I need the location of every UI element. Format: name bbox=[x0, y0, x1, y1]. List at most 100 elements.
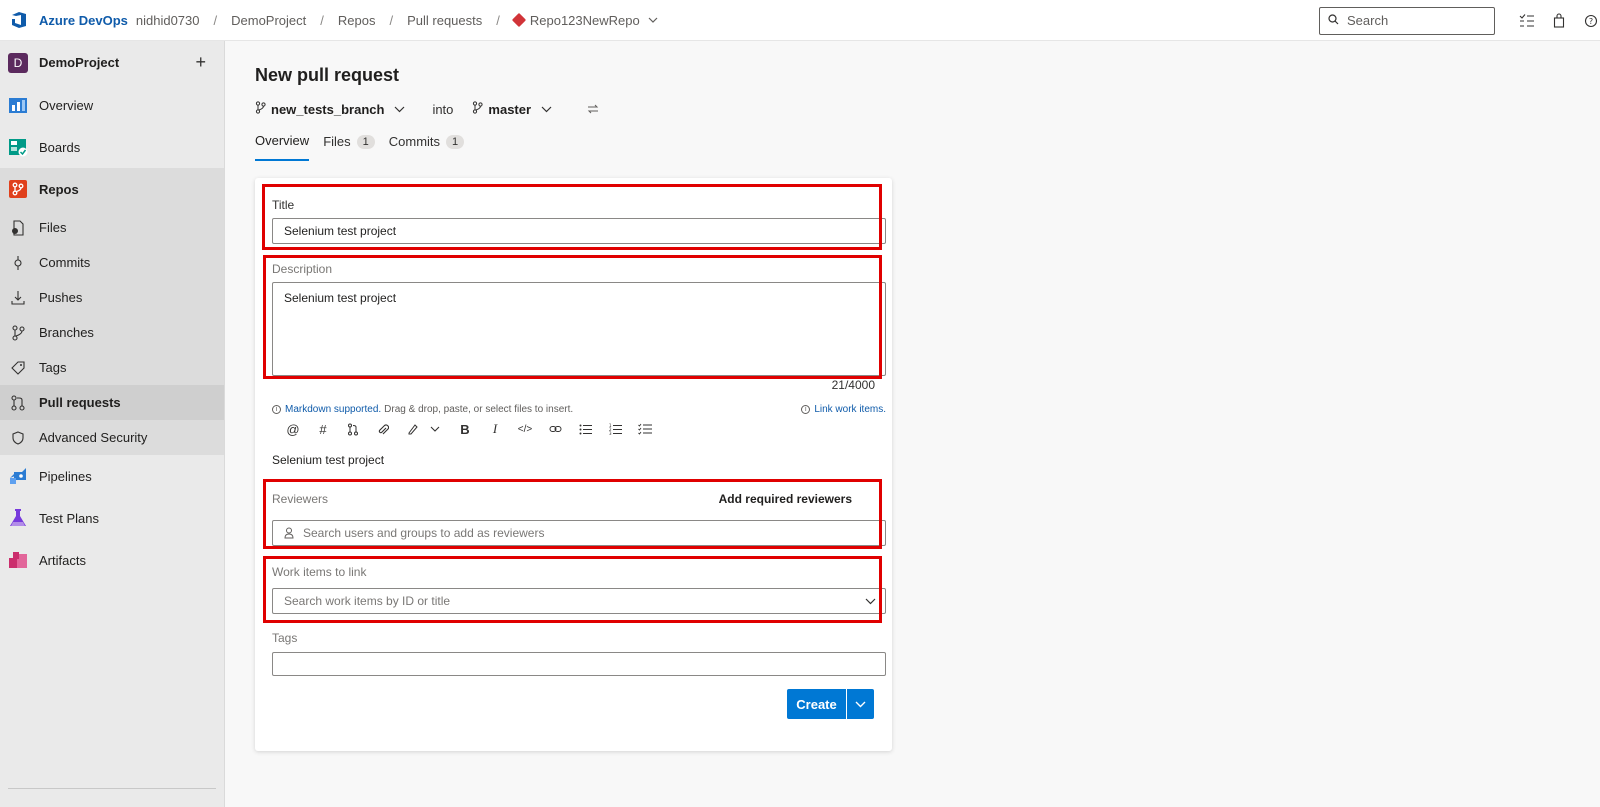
title-value: Selenium test project bbox=[284, 224, 397, 238]
azure-devops-logo-icon[interactable] bbox=[10, 11, 28, 29]
into-label: into bbox=[432, 101, 454, 117]
svg-text:?: ? bbox=[1589, 17, 1593, 26]
pull-request-mention-icon[interactable] bbox=[338, 420, 368, 438]
reviewers-search-input[interactable]: Search users and groups to add as review… bbox=[272, 520, 886, 546]
left-navigation: D DemoProject + Overview Boards Repos Fi… bbox=[0, 41, 225, 807]
markdown-supported-link[interactable]: Markdown supported. bbox=[285, 404, 381, 415]
boards-icon bbox=[8, 137, 28, 157]
markdown-toolbar: @ # B I </> 123 bbox=[278, 420, 660, 438]
branch-icon bbox=[255, 101, 271, 117]
markdown-hint-text: Drag & drop, paste, or select files to i… bbox=[384, 404, 574, 415]
sidebar-item-label: Boards bbox=[39, 139, 81, 155]
create-options-dropdown[interactable] bbox=[847, 689, 874, 719]
link-icon[interactable] bbox=[540, 420, 570, 438]
description-textarea[interactable]: Selenium test project bbox=[272, 282, 886, 376]
work-items-dropdown[interactable]: Search work items by ID or title bbox=[272, 588, 886, 614]
sidebar-item-commits[interactable]: Commits bbox=[0, 245, 224, 280]
help-icon[interactable]: ? bbox=[1582, 12, 1600, 30]
work-items-placeholder: Search work items by ID or title bbox=[284, 594, 451, 608]
checklist-icon[interactable] bbox=[630, 420, 660, 438]
add-required-reviewers-button[interactable]: Add required reviewers bbox=[719, 492, 852, 506]
tab-commits[interactable]: Commits 1 bbox=[388, 133, 465, 161]
sidebar-item-overview[interactable]: Overview bbox=[0, 84, 224, 126]
breadcrumb-project[interactable]: DemoProject bbox=[231, 13, 306, 28]
breadcrumb-organization[interactable]: nidhid0730 bbox=[136, 13, 200, 28]
chevron-down-icon[interactable] bbox=[428, 420, 442, 438]
artifacts-icon bbox=[8, 550, 28, 570]
italic-icon[interactable]: I bbox=[480, 420, 510, 438]
chevron-down-icon[interactable] bbox=[648, 17, 658, 23]
sidebar-item-pushes[interactable]: Pushes bbox=[0, 280, 224, 315]
tab-label: Overview bbox=[255, 133, 310, 148]
marketplace-bag-icon[interactable] bbox=[1550, 12, 1568, 30]
test-plans-icon bbox=[8, 508, 28, 528]
repos-icon bbox=[8, 179, 28, 199]
tags-label: Tags bbox=[272, 631, 298, 645]
branch-icon bbox=[10, 324, 26, 341]
bold-icon[interactable]: B bbox=[450, 420, 480, 438]
person-icon bbox=[284, 527, 294, 539]
project-header[interactable]: D DemoProject + bbox=[0, 41, 224, 84]
sidebar-item-label: Files bbox=[39, 220, 67, 235]
breadcrumb-repo-selector[interactable]: Repo123NewRepo bbox=[530, 13, 640, 28]
tab-overview[interactable]: Overview bbox=[255, 133, 310, 161]
tab-label: Commits bbox=[388, 134, 441, 149]
top-bar: Azure DevOps nidhid0730 / DemoProject / … bbox=[0, 0, 1600, 41]
sidebar-item-pull-requests[interactable]: Pull requests bbox=[0, 385, 224, 420]
code-icon[interactable]: </> bbox=[510, 420, 540, 438]
search-input[interactable]: Search bbox=[1319, 6, 1495, 35]
work-items-icon[interactable] bbox=[1518, 12, 1536, 30]
create-button[interactable]: Create bbox=[787, 689, 846, 719]
link-work-items-link[interactable]: i Link work items. bbox=[801, 404, 886, 415]
tag-icon bbox=[10, 360, 26, 376]
main-content: New pull request new_tests_branch into m… bbox=[225, 41, 1600, 807]
breadcrumb-separator: / bbox=[389, 12, 394, 28]
title-input[interactable]: Selenium test project bbox=[272, 218, 886, 244]
mention-icon[interactable]: @ bbox=[278, 420, 308, 438]
breadcrumb-pull-requests[interactable]: Pull requests bbox=[407, 13, 482, 28]
chevron-down-icon bbox=[855, 701, 866, 708]
page-title: New pull request bbox=[255, 65, 400, 85]
hashtag-icon[interactable]: # bbox=[308, 420, 338, 438]
tab-files[interactable]: Files 1 bbox=[323, 133, 375, 161]
sidebar-item-pipelines[interactable]: Pipelines bbox=[0, 455, 224, 497]
project-avatar: D bbox=[8, 52, 28, 73]
repos-group: Repos Files Commits Pushes Branches Tags… bbox=[0, 168, 224, 455]
source-branch-dropdown[interactable]: new_tests_branch bbox=[255, 101, 410, 117]
breadcrumb-separator: / bbox=[320, 12, 324, 28]
attachment-icon[interactable] bbox=[368, 420, 398, 438]
sidebar-item-label: Pushes bbox=[39, 290, 83, 305]
brand-link[interactable]: Azure DevOps bbox=[39, 13, 128, 28]
shield-icon bbox=[10, 430, 26, 446]
sidebar-item-label: Pull requests bbox=[39, 395, 121, 410]
sidebar-item-artifacts[interactable]: Artifacts bbox=[0, 539, 224, 581]
sidebar-item-branches[interactable]: Branches bbox=[0, 315, 224, 350]
sidebar-item-label: Artifacts bbox=[39, 552, 86, 568]
info-icon: i bbox=[272, 405, 281, 414]
project-name: DemoProject bbox=[39, 55, 120, 70]
sidebar-item-label: Pipelines bbox=[39, 468, 92, 484]
numbered-list-icon[interactable]: 123 bbox=[600, 420, 630, 438]
target-branch-dropdown[interactable]: master bbox=[472, 101, 557, 117]
sidebar-item-label: Overview bbox=[39, 97, 94, 113]
highlight-icon[interactable] bbox=[398, 420, 428, 438]
add-icon[interactable]: + bbox=[195, 52, 206, 73]
bulleted-list-icon[interactable] bbox=[570, 420, 600, 438]
sidebar-divider bbox=[8, 788, 216, 789]
pipelines-icon bbox=[8, 466, 28, 486]
sidebar-item-label: Commits bbox=[39, 255, 91, 270]
sidebar-item-test-plans[interactable]: Test Plans bbox=[0, 497, 224, 539]
sidebar-item-boards[interactable]: Boards bbox=[0, 126, 224, 168]
sidebar-item-advanced-security[interactable]: Advanced Security bbox=[0, 420, 224, 455]
search-icon bbox=[1328, 13, 1339, 28]
tags-input[interactable] bbox=[272, 652, 886, 676]
sidebar-item-files[interactable]: Files bbox=[0, 210, 224, 245]
sidebar-item-tags[interactable]: Tags bbox=[0, 350, 224, 385]
reviewers-placeholder: Search users and groups to add as review… bbox=[303, 526, 545, 540]
chevron-down-icon bbox=[394, 106, 410, 113]
repo-icon bbox=[511, 12, 526, 28]
swap-branches-icon[interactable] bbox=[587, 102, 599, 117]
svg-text:3: 3 bbox=[609, 431, 612, 435]
breadcrumb-repos[interactable]: Repos bbox=[338, 13, 376, 28]
sidebar-item-repos[interactable]: Repos bbox=[0, 168, 224, 210]
